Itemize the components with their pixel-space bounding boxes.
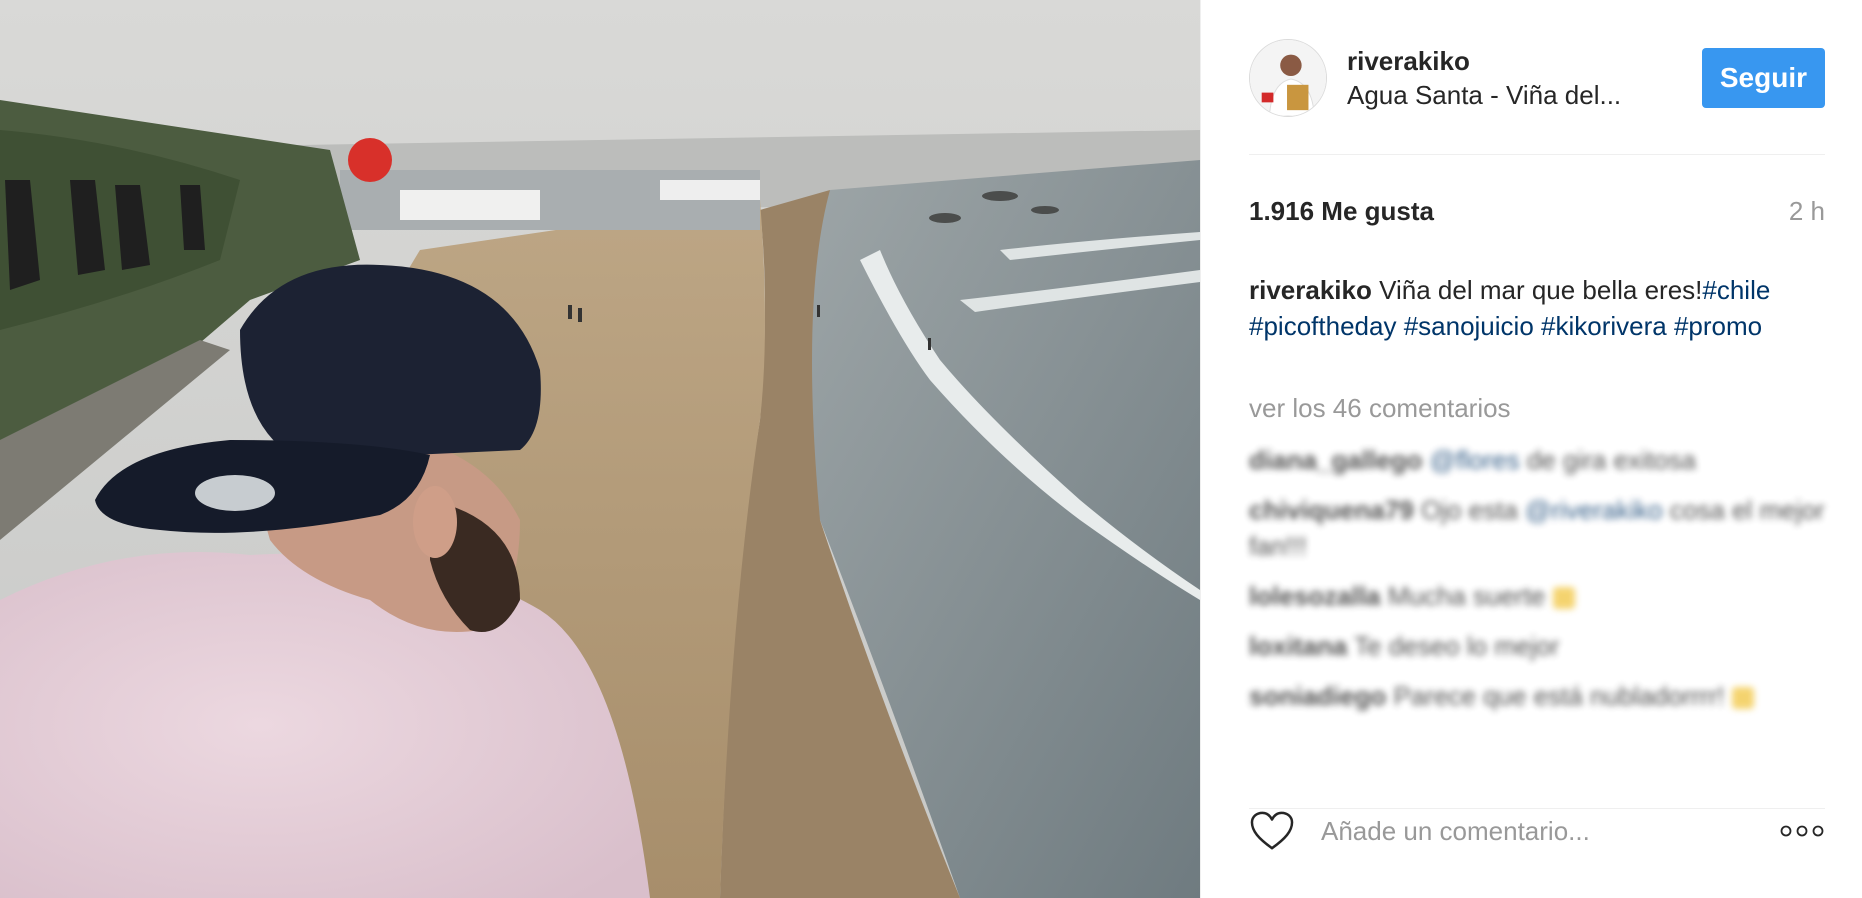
header-divider (1249, 154, 1825, 155)
hashtag-promo[interactable]: #promo (1674, 311, 1762, 341)
comment-text: Mucha suerte (1387, 581, 1546, 611)
heart-outline-icon[interactable] (1249, 810, 1295, 852)
comment-text: de gira exitosa (1526, 445, 1696, 475)
comment-input[interactable] (1319, 814, 1779, 848)
follow-button[interactable]: Seguir (1701, 48, 1825, 108)
post-photo[interactable] (0, 0, 1200, 898)
view-all-comments-link[interactable]: ver los 46 comentarios (1249, 393, 1511, 424)
hashtag-kikorivera[interactable]: #kikorivera (1541, 311, 1667, 341)
post-location[interactable]: Agua Santa - Viña del... (1347, 78, 1657, 112)
post-details-panel: riverakiko Agua Santa - Viña del... Segu… (1200, 0, 1862, 898)
comment-mention[interactable]: @flores (1430, 445, 1520, 475)
comment-text: Ojo esta (1420, 495, 1518, 525)
comment-item: chiviquena79 Ojo esta @riverakiko cosa e… (1249, 492, 1825, 564)
likes-count[interactable]: 1.916 Me gusta (1249, 196, 1434, 227)
more-options-icon[interactable] (1779, 824, 1825, 838)
instagram-post: riverakiko Agua Santa - Viña del... Segu… (0, 0, 1862, 898)
comment-text: Te deseo lo mejor (1354, 631, 1560, 661)
post-caption: riverakiko Viña del mar que bella eres!#… (1249, 272, 1789, 344)
hashtag-sanojuicio[interactable]: #sanojuicio (1404, 311, 1534, 341)
caption-text: Viña del mar que bella eres! (1379, 275, 1703, 305)
comment-username[interactable]: diana_gallego (1249, 445, 1422, 475)
likes-row: 1.916 Me gusta 2 h (1249, 196, 1825, 227)
comment-username[interactable]: lolesozalla (1249, 581, 1381, 611)
comment-mention[interactable]: @riverakiko (1525, 495, 1663, 525)
post-header: riverakiko Agua Santa - Viña del... Segu… (1249, 38, 1825, 118)
comment-username[interactable]: chiviquena79 (1249, 495, 1414, 525)
caption-username[interactable]: riverakiko (1249, 275, 1372, 305)
author-avatar[interactable] (1249, 39, 1327, 117)
comment-item: loxitana Te deseo lo mejor (1249, 628, 1825, 664)
add-comment-bar (1249, 808, 1825, 853)
emoji-icon (1731, 687, 1754, 710)
comment-item: soniadiego Parece que está nubladorrrr! (1249, 678, 1825, 714)
comment-item: lolesozalla Mucha suerte (1249, 578, 1825, 614)
post-time[interactable]: 2 h (1789, 196, 1825, 227)
comment-username[interactable]: soniadiego (1249, 681, 1386, 711)
beach-photo-image (0, 0, 1200, 898)
hashtag-picoftheday[interactable]: #picoftheday (1249, 311, 1396, 341)
avatar-image (1250, 40, 1326, 116)
hashtag-chile[interactable]: #chile (1702, 275, 1770, 305)
comment-list: diana_gallego @flores de gira exitosa ch… (1249, 442, 1825, 728)
comment-username[interactable]: loxitana (1249, 631, 1347, 661)
emoji-icon (1552, 587, 1575, 610)
comment-text: Parece que está nubladorrrr! (1393, 681, 1725, 711)
comment-item: diana_gallego @flores de gira exitosa (1249, 442, 1825, 478)
